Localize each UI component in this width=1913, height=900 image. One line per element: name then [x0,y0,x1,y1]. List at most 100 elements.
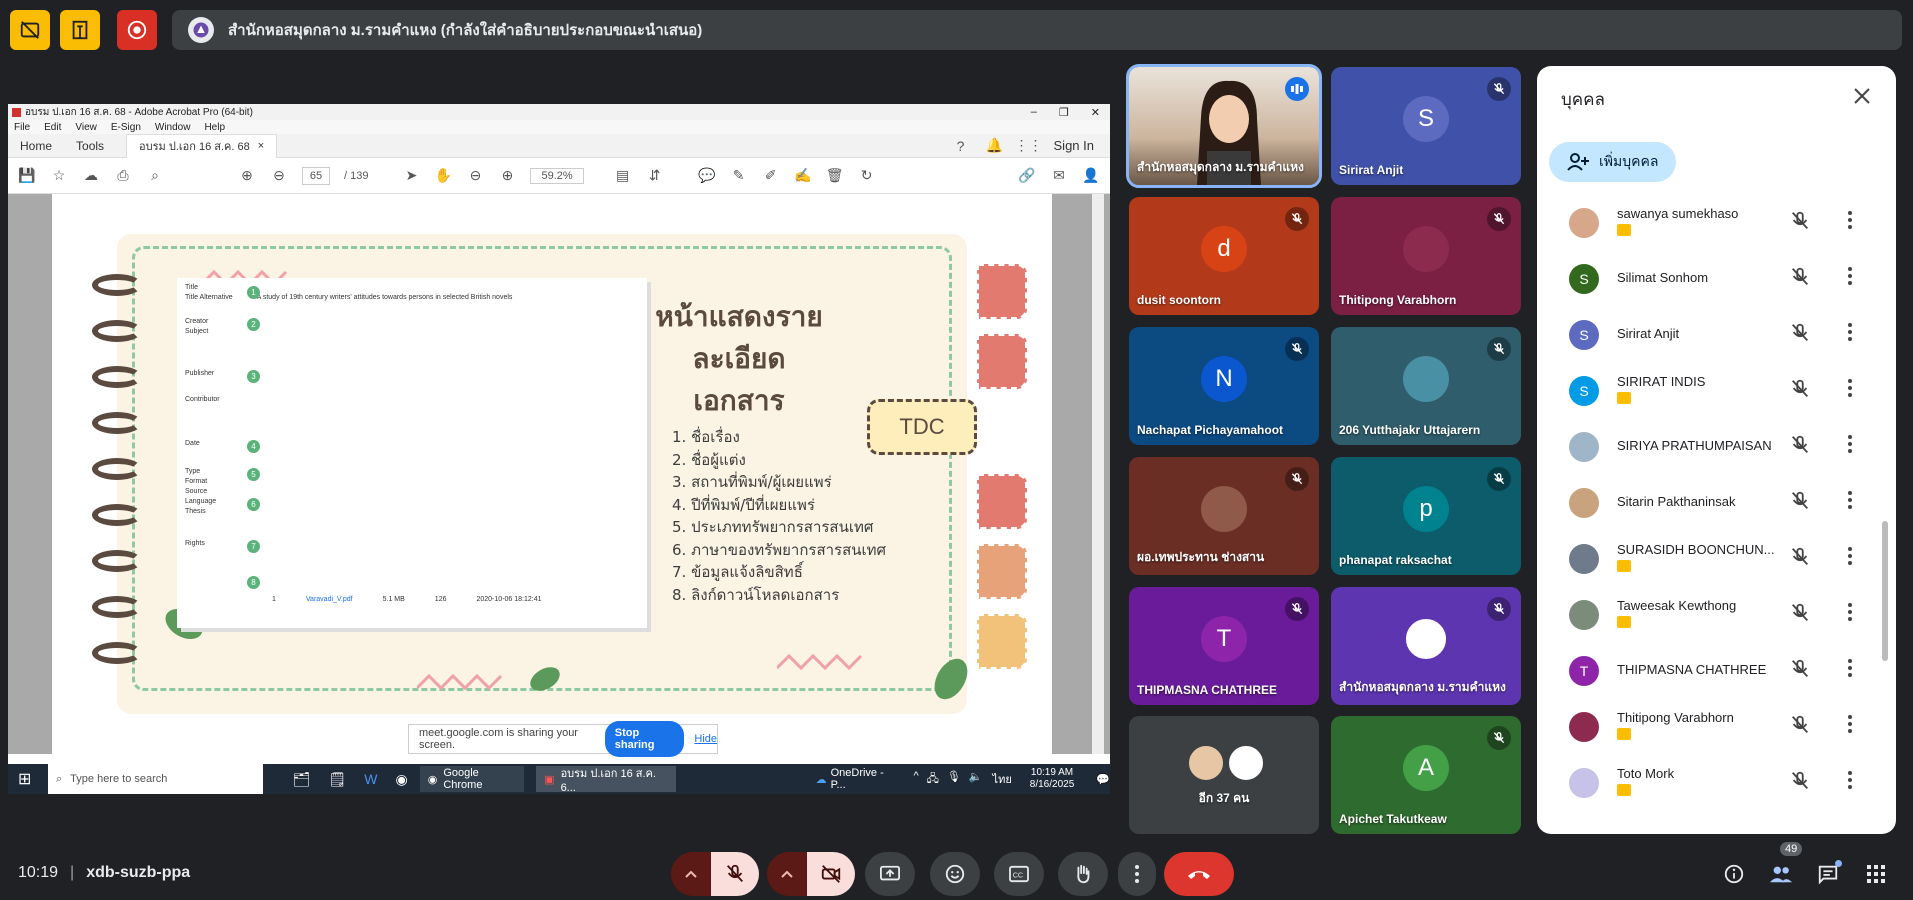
onedrive-tray[interactable]: ☁ OneDrive - P... [816,767,898,791]
participant-more-options-icon[interactable] [1847,322,1853,347]
raise-hand-button[interactable] [1058,852,1108,896]
close-panel-button[interactable] [1850,84,1874,108]
participant-tile[interactable]: d dusit soontorn [1129,197,1319,315]
leave-call-button[interactable] [1164,852,1234,896]
tab-tools[interactable]: Tools [64,134,116,158]
menu-view[interactable]: View [75,122,97,133]
present-screen-button[interactable] [865,852,915,896]
mail-icon[interactable]: ✉ [1050,167,1068,185]
camera-toggle-button[interactable] [807,852,855,896]
notifications-icon[interactable]: 💬 [1096,773,1110,786]
file-explorer-icon[interactable]: 🗂 [293,771,311,788]
participant-tile[interactable]: S Sirirat Anjit [1331,67,1521,185]
highlight-icon[interactable]: ✎ [730,167,748,185]
participant-more-options-icon[interactable] [1847,714,1853,739]
mic-off-icon[interactable] [1789,378,1811,405]
apps-grid-icon[interactable]: ⋮⋮ [1015,137,1043,155]
stop-sharing-button[interactable]: Stop sharing [604,721,685,757]
page-number-input[interactable]: 65 [302,166,330,185]
participant-tile[interactable]: Thitipong Varabhorn [1331,197,1521,315]
mic-off-icon[interactable] [1789,770,1811,797]
menu-help[interactable]: Help [204,122,225,133]
minimize-icon[interactable]: – [1031,106,1037,119]
participant-tile[interactable]: สำนักหอสมุดกลาง ม.รามคำแหง [1126,64,1322,188]
mic-off-icon[interactable] [1789,714,1811,741]
tray-clock[interactable]: 10:19 AM 8/16/2025 [1030,767,1075,791]
menu-edit[interactable]: Edit [44,122,61,133]
hand-tool-icon[interactable]: ✋ [434,167,452,185]
participant-list-item[interactable]: SIRIYA PRATHUMPAISAN [1537,418,1896,474]
mic-off-icon[interactable] [1789,658,1811,685]
participant-more-options-icon[interactable] [1847,378,1853,403]
participant-tile[interactable]: N Nachapat Pichayamahoot [1129,327,1319,445]
bell-icon[interactable]: 🔔 [986,137,1004,155]
mic-tray-icon[interactable]: 🎙 [947,770,961,789]
recording-button[interactable] [117,10,157,50]
participant-tile[interactable]: T THIPMASNA CHATHREE [1129,587,1319,705]
star-icon[interactable]: ☆ [50,167,68,185]
restore-icon[interactable]: ❐ [1059,106,1069,119]
participant-more-options-icon[interactable] [1847,602,1853,627]
zoom-in-icon[interactable]: ⊕ [498,167,516,185]
network-icon[interactable]: 🖧 [927,770,939,789]
chat-button[interactable] [1814,860,1842,888]
print-icon[interactable]: ⎙ [114,167,132,185]
volume-icon[interactable]: 🔈 [969,770,983,789]
rotate-icon[interactable]: ↻ [858,167,876,185]
tab-document[interactable]: อบรม ป.เอก 16 ส.ค. 68 × [126,133,278,158]
participant-more-options-icon[interactable] [1847,490,1853,515]
participant-list-item[interactable]: Taweesak Kewthong [1537,586,1896,642]
taskbar-app-chrome[interactable]: ◉ Google Chrome [419,766,525,792]
reactions-button[interactable] [930,852,980,896]
page-down-icon[interactable]: ⊖ [270,167,288,185]
activities-button[interactable] [1862,860,1890,888]
fit-page-icon[interactable]: ▤ [614,167,632,185]
participant-more-options-icon[interactable] [1847,546,1853,571]
edit-text-icon[interactable]: ✍ [794,167,812,185]
scroll-mode-icon[interactable]: ⇵ [646,167,664,185]
participant-list-item[interactable]: Sitarin Pakthaninsak [1537,474,1896,530]
participant-more-options-icon[interactable] [1847,210,1853,235]
mic-off-icon[interactable] [1789,546,1811,573]
windows-start-icon[interactable]: ⊞ [18,769,31,789]
meeting-details-button[interactable] [1720,860,1748,888]
zoom-level[interactable]: 59.2% [530,167,584,184]
participant-tile[interactable]: ผอ.เทพประทาน ช่างสาน [1129,457,1319,575]
language-indicator[interactable]: ไทย [993,770,1012,788]
participant-tile[interactable]: อีก 37 คน [1129,716,1319,834]
participant-more-options-icon[interactable] [1847,658,1853,683]
sign-in-button[interactable]: Sign In [1054,138,1094,153]
menu-esign[interactable]: E-Sign [111,122,141,133]
draw-icon[interactable]: ✐ [762,167,780,185]
taskbar-app-acrobat[interactable]: ▣ อบรม ป.เอก 16 ส.ค. 6... [536,766,676,794]
captions-button[interactable]: CC [994,852,1044,896]
people-list-scrollbar[interactable] [1882,521,1888,661]
participant-tile[interactable]: สำนักหอสมุดกลาง ม.รามคำแหง [1331,587,1521,705]
participant-tile[interactable]: p phanapat raksachat [1331,457,1521,575]
participant-tile[interactable]: A Apichet Takutkeaw [1331,716,1521,834]
participant-tile[interactable]: 206 Yutthajakr Uttajarern [1331,327,1521,445]
mic-off-icon[interactable] [1789,266,1811,293]
mic-off-icon[interactable] [1789,602,1811,629]
tab-home[interactable]: Home [8,134,64,158]
participant-more-options-icon[interactable] [1847,266,1853,291]
participant-list-item[interactable]: S Silimat Sonhom [1537,250,1896,306]
close-window-icon[interactable]: ✕ [1091,106,1100,119]
account-icon[interactable]: 👤 [1082,167,1100,185]
chevron-up-icon[interactable]: ^ [913,770,918,789]
add-people-button[interactable]: เพิ่มบุคคล [1549,142,1677,182]
mic-off-icon[interactable] [1789,322,1811,349]
video-options-button[interactable] [767,852,807,896]
mic-off-icon[interactable] [1789,210,1811,237]
mic-off-icon[interactable] [1789,434,1811,461]
participant-list-item[interactable]: Toto Mork [1537,754,1896,810]
captions-off-button[interactable] [10,10,50,50]
microphone-toggle-button[interactable] [711,852,759,896]
participant-list-item[interactable]: S Sirirat Anjit [1537,306,1896,362]
vertical-scrollbar[interactable] [1092,194,1104,754]
delete-icon[interactable]: 🗑 [826,167,844,185]
word-icon[interactable]: W [364,771,377,788]
hide-notice-link[interactable]: Hide [694,733,717,745]
participant-list-item[interactable]: T THIPMASNA CHATHREE [1537,642,1896,698]
menu-window[interactable]: Window [155,122,191,133]
